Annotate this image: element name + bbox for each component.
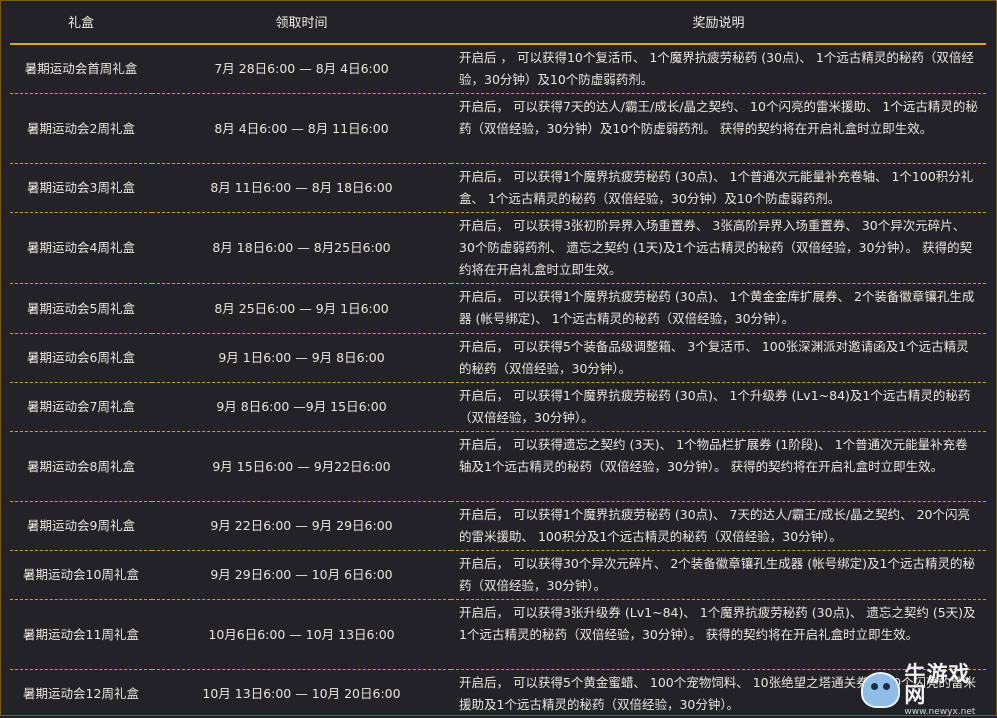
- gift-box-name: 暑期运动会3周礼盒: [10, 164, 152, 213]
- reward-description: 开启后， 可以获得5个装备品级调整箱、 3个复活币、 100张深渊派对邀请函及1…: [451, 334, 986, 383]
- claim-time: 7月 28日6:00 — 8月 4日6:00: [152, 44, 451, 94]
- claim-time: 10月6日6:00 — 10月 13日6:00: [152, 600, 451, 670]
- table-row: 暑期运动会9周礼盒9月 22日6:00 — 9月 29日6:00开启后， 可以获…: [10, 502, 986, 551]
- reward-description: 开启后， 可以获得1个魔界抗疲劳秘药 (30点)、 1个普通次元能量补充卷轴、 …: [451, 164, 986, 213]
- gift-box-name: 暑期运动会12周礼盒: [10, 670, 152, 718]
- table-row: 暑期运动会11周礼盒10月6日6:00 — 10月 13日6:00开启后， 可以…: [10, 600, 986, 670]
- table-row: 暑期运动会2周礼盒8月 4日6:00 — 8月 11日6:00开启后， 可以获得…: [10, 94, 986, 164]
- reward-description: 开启后， 可以获得30个异次元碎片、 2个装备徽章镶孔生成器 (帐号绑定)及1个…: [451, 551, 986, 600]
- gift-box-name: 暑期运动会首周礼盒: [10, 44, 152, 94]
- reward-description: 开启后， 可以获得遗忘之契约 (3天)、 1个物品栏扩展券 (1阶段)、 1个普…: [451, 432, 986, 502]
- header-time: 领取时间: [152, 0, 451, 44]
- table-row: 暑期运动会8周礼盒9月 15日6:00 — 9月22日6:00开启后， 可以获得…: [10, 432, 986, 502]
- reward-description: 开启后， 可以获得7天的达人/霸王/成长/晶之契约、 10个闪亮的雷米援助、 1…: [451, 94, 986, 164]
- watermark-url: www.newyx.net: [904, 708, 991, 717]
- table-row: 暑期运动会10周礼盒9月 29日6:00 — 10月 6日6:00开启后， 可以…: [10, 551, 986, 600]
- table-row: 暑期运动会6周礼盒9月 1日6:00 — 9月 8日6:00开启后， 可以获得5…: [10, 334, 986, 383]
- site-watermark: 牛游戏网 www.newyx.net: [861, 668, 991, 712]
- reward-description: 开启后， 可以获得3张初阶异界入场重置券、 3张高阶异界入场重置券、 30个异次…: [451, 213, 986, 284]
- gift-box-name: 暑期运动会10周礼盒: [10, 551, 152, 600]
- header-box: 礼盒: [10, 0, 152, 44]
- table-row: 暑期运动会首周礼盒7月 28日6:00 — 8月 4日6:00开启后 ， 可以获…: [10, 44, 986, 94]
- watermark-brand: 牛游戏网: [904, 664, 991, 706]
- table-row: 暑期运动会3周礼盒8月 11日6:00 — 8月 18日6:00开启后， 可以获…: [10, 164, 986, 213]
- gift-box-name: 暑期运动会6周礼盒: [10, 334, 152, 383]
- claim-time: 8月 4日6:00 — 8月 11日6:00: [152, 94, 451, 164]
- table-row: 暑期运动会5周礼盒8月 25日6:00 — 9月 1日6:00开启后， 可以获得…: [10, 284, 986, 334]
- gift-box-name: 暑期运动会9周礼盒: [10, 502, 152, 551]
- claim-time: 9月 8日6:00 —9月 15日6:00: [152, 383, 451, 432]
- gift-box-name: 暑期运动会7周礼盒: [10, 383, 152, 432]
- reward-description: 开启后， 可以获得1个魔界抗疲劳秘药 (30点)、 7天的达人/霸王/成长/晶之…: [451, 502, 986, 551]
- gift-box-name: 暑期运动会2周礼盒: [10, 94, 152, 164]
- claim-time: 10月 13日6:00 — 10月 20日6:00: [152, 670, 451, 718]
- mascot-icon: [861, 672, 900, 708]
- claim-time: 8月 25日6:00 — 9月 1日6:00: [152, 284, 451, 334]
- reward-description: 开启后， 可以获得3张升级券 (Lv1~84)、 1个魔界抗疲劳秘药 (30点)…: [451, 600, 986, 670]
- reward-description: 开启后 ， 可以获得10个复活币、 1个魔界抗疲劳秘药 (30点)、 1个远古精…: [451, 44, 986, 94]
- table-row: 暑期运动会7周礼盒9月 8日6:00 —9月 15日6:00开启后， 可以获得1…: [10, 383, 986, 432]
- gift-box-name: 暑期运动会4周礼盒: [10, 213, 152, 284]
- claim-time: 9月 1日6:00 — 9月 8日6:00: [152, 334, 451, 383]
- claim-time: 8月 18日6:00 — 8月25日6:00: [152, 213, 451, 284]
- gift-box-name: 暑期运动会5周礼盒: [10, 284, 152, 334]
- reward-description: 开启后， 可以获得1个魔界抗疲劳秘药 (30点)、 1个黄金金库扩展券、 2个装…: [451, 284, 986, 334]
- claim-time: 9月 15日6:00 — 9月22日6:00: [152, 432, 451, 502]
- table-header-row: 礼盒 领取时间 奖励说明: [10, 0, 986, 44]
- claim-time: 9月 29日6:00 — 10月 6日6:00: [152, 551, 451, 600]
- table-row: 暑期运动会12周礼盒10月 13日6:00 — 10月 20日6:00开启后， …: [10, 670, 986, 718]
- table-row: 暑期运动会4周礼盒8月 18日6:00 — 8月25日6:00开启后， 可以获得…: [10, 213, 986, 284]
- claim-time: 9月 22日6:00 — 9月 29日6:00: [152, 502, 451, 551]
- claim-time: 8月 11日6:00 — 8月 18日6:00: [152, 164, 451, 213]
- reward-table: 礼盒 领取时间 奖励说明 暑期运动会首周礼盒7月 28日6:00 — 8月 4日…: [10, 0, 986, 718]
- header-reward: 奖励说明: [451, 0, 986, 44]
- reward-description: 开启后， 可以获得1个魔界抗疲劳秘药 (30点)、 1个升级券 (Lv1~84)…: [451, 383, 986, 432]
- gift-box-name: 暑期运动会11周礼盒: [10, 600, 152, 670]
- gift-box-name: 暑期运动会8周礼盒: [10, 432, 152, 502]
